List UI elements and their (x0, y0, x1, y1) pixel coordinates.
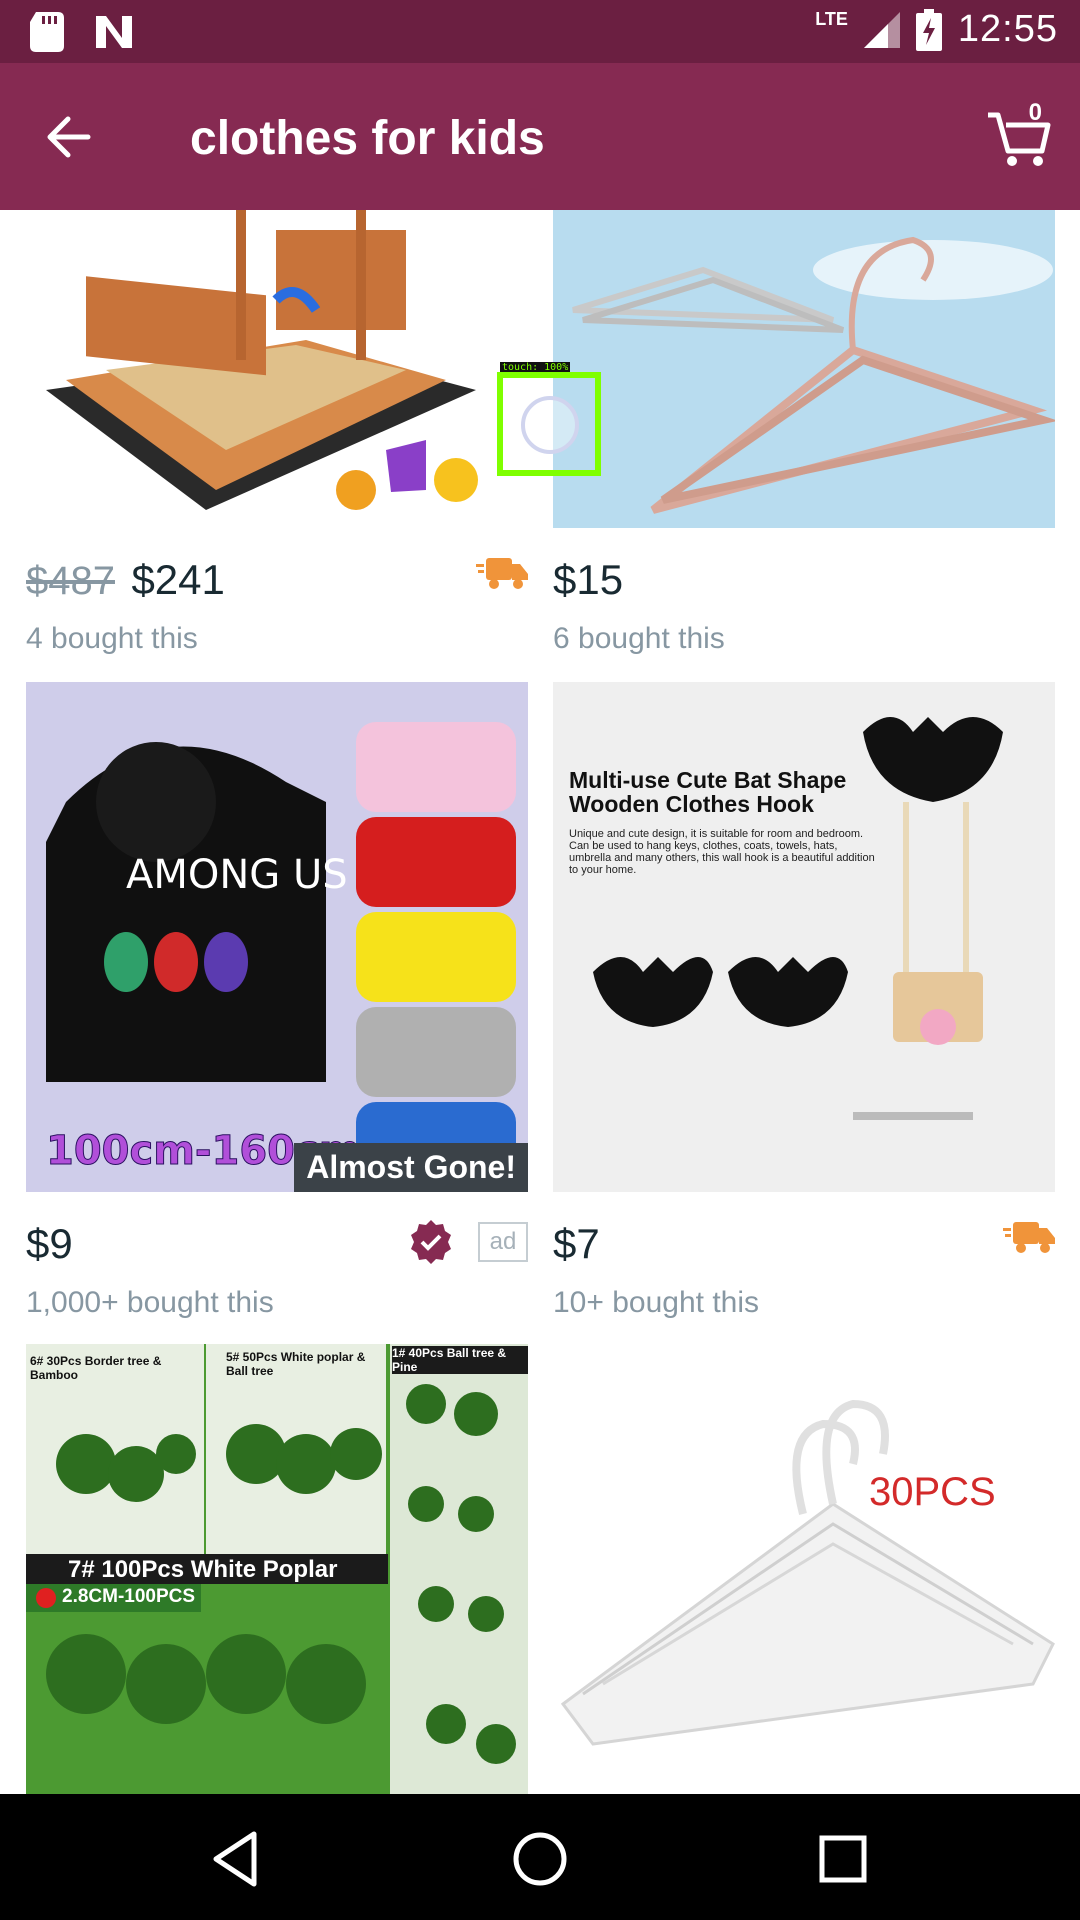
price: $15 (553, 556, 624, 603)
product-image-bat-hooks[interactable]: Multi-use Cute Bat Shape Wooden Clothes … (553, 682, 1055, 1192)
almost-gone-badge: Almost Gone! (294, 1143, 528, 1192)
image-label: 2.8CM-100PCS (62, 1586, 196, 1607)
image-text-quantity: 30PCS (869, 1470, 996, 1514)
touch-indicator-box (497, 372, 601, 476)
nav-back-icon[interactable] (202, 1824, 272, 1894)
price: $9 (26, 1220, 73, 1267)
product-card[interactable]: AMONG US 100cm-160cm Almost Gone! $9 ad … (26, 682, 528, 1320)
old-price: $487 (26, 559, 115, 603)
bought-count: 6 bought this (553, 622, 725, 655)
back-arrow-icon[interactable] (40, 107, 100, 167)
hoodie-print-text: AMONG US (126, 852, 348, 898)
image-description: Unique and cute design, it is suitable f… (569, 828, 875, 876)
n-logo-icon (96, 16, 132, 48)
app-bar: clothes for kids 0 (0, 63, 1080, 210)
nav-home-icon[interactable] (505, 1824, 575, 1894)
signal-icon (863, 11, 900, 48)
verified-check-icon (411, 1220, 451, 1264)
touch-point-icon (521, 396, 579, 454)
image-label: 1# 40Pcs Ball tree & Pine (392, 1346, 528, 1374)
product-card[interactable]: 30PCS (553, 1344, 1055, 1794)
battery-charging-icon (915, 8, 942, 51)
search-title[interactable]: clothes for kids (190, 111, 545, 166)
image-label: 6# 30Pcs Border tree & Bamboo (30, 1354, 162, 1382)
nav-recents-icon[interactable] (808, 1824, 878, 1894)
price: $7 (553, 1220, 600, 1267)
product-card[interactable]: 6# 30Pcs Border tree & Bamboo 5# 50Pcs W… (26, 1344, 528, 1794)
network-type: LTE (815, 9, 848, 29)
truck-icon (476, 558, 528, 589)
image-label: 7# 100Pcs White Poplar (68, 1556, 338, 1583)
product-image-hoodie[interactable]: AMONG US 100cm-160cm Almost Gone! (26, 682, 528, 1192)
truck-icon (1003, 1222, 1055, 1253)
product-image-white-hangers[interactable]: 30PCS (553, 1344, 1055, 1794)
cart-count-badge: 0 (1028, 99, 1042, 126)
bought-count: 4 bought this (26, 622, 198, 655)
system-nav-bar (0, 1794, 1080, 1920)
status-bar: LTE 12:55 (0, 0, 1080, 63)
bought-count: 1,000+ bought this (26, 1286, 274, 1319)
image-label: 5# 50Pcs White poplar & Ball tree (226, 1350, 366, 1378)
product-image-model-trees[interactable]: 6# 30Pcs Border tree & Bamboo 5# 50Pcs W… (26, 1344, 528, 1794)
product-card[interactable]: Multi-use Cute Bat Shape Wooden Clothes … (553, 682, 1055, 1320)
image-heading: Multi-use Cute Bat Shape Wooden Clothes … (569, 767, 847, 817)
product-card[interactable]: $487 $241 4 bought this (26, 210, 528, 656)
product-image-hangers[interactable] (553, 210, 1055, 528)
sd-card-icon (30, 12, 64, 52)
price: $241 (131, 556, 225, 603)
ad-label: ad (478, 1222, 528, 1262)
shopping-cart-icon[interactable] (984, 101, 1054, 171)
bought-count: 10+ bought this (553, 1286, 760, 1319)
product-card[interactable]: $15 6 bought this (553, 210, 1055, 656)
product-image-sandbox[interactable] (26, 210, 528, 528)
clock: 12:55 (957, 8, 1058, 50)
